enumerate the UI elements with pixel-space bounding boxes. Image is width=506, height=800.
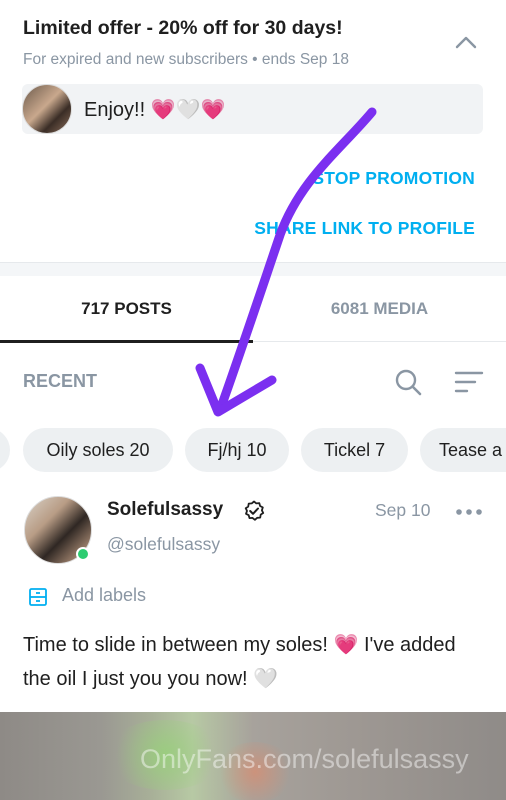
post-author-name[interactable]: Solefulsassy	[107, 499, 223, 521]
avatar	[22, 84, 72, 134]
chip-partial[interactable]	[0, 428, 10, 472]
bookmark-label-icon	[29, 588, 47, 606]
verified-badge-icon	[243, 500, 265, 522]
post-media-image[interactable]: OnlyFans.com/solefulsassy	[0, 712, 506, 800]
add-labels-label: Add labels	[62, 585, 147, 605]
promo-message-text: Enjoy!! 💗🤍💗	[84, 99, 226, 121]
search-button[interactable]	[393, 367, 423, 397]
promotion-card: Limited offer - 20% off for 30 days! For…	[0, 0, 506, 262]
promo-title: Limited offer - 20% off for 30 days!	[23, 17, 343, 39]
post-body-text: Time to slide in between my soles! 💗 I'v…	[23, 634, 456, 690]
more-dots-icon	[456, 509, 482, 515]
post-date: Sep 10	[375, 500, 431, 520]
post-more-button[interactable]	[455, 505, 483, 519]
chip[interactable]: Tease a	[420, 428, 506, 472]
online-status-dot	[76, 547, 90, 561]
promo-message: Enjoy!! 💗🤍💗	[22, 84, 483, 134]
chip[interactable]: Oily soles 20	[23, 428, 173, 472]
stop-promotion-button[interactable]: STOP PROMOTION	[312, 168, 475, 189]
tab-media[interactable]: 6081 MEDIA	[253, 276, 506, 342]
profile-tabs: 717 POSTS 6081 MEDIA	[0, 276, 506, 343]
section-divider	[0, 262, 506, 276]
chevron-up-icon	[455, 36, 477, 49]
chip[interactable]: Tickel 7	[301, 428, 408, 472]
search-icon	[395, 369, 422, 396]
post-author-handle[interactable]: @solefulsassy	[107, 534, 220, 555]
tab-posts[interactable]: 717 POSTS	[0, 276, 253, 343]
sort-icon	[454, 371, 484, 393]
share-link-button[interactable]: SHARE LINK TO PROFILE	[254, 218, 475, 239]
media-watermark: OnlyFans.com/solefulsassy	[140, 744, 469, 774]
recent-sort-label[interactable]: RECENT	[23, 371, 97, 392]
sort-button[interactable]	[454, 369, 484, 395]
promo-subtitle: For expired and new subscribers • ends S…	[23, 51, 349, 68]
chip[interactable]: Fj/hj 10	[185, 428, 289, 472]
collapse-promo-button[interactable]	[450, 28, 482, 56]
label-chips: Oily soles 20 Fj/hj 10 Tickel 7 Tease a	[0, 428, 506, 472]
